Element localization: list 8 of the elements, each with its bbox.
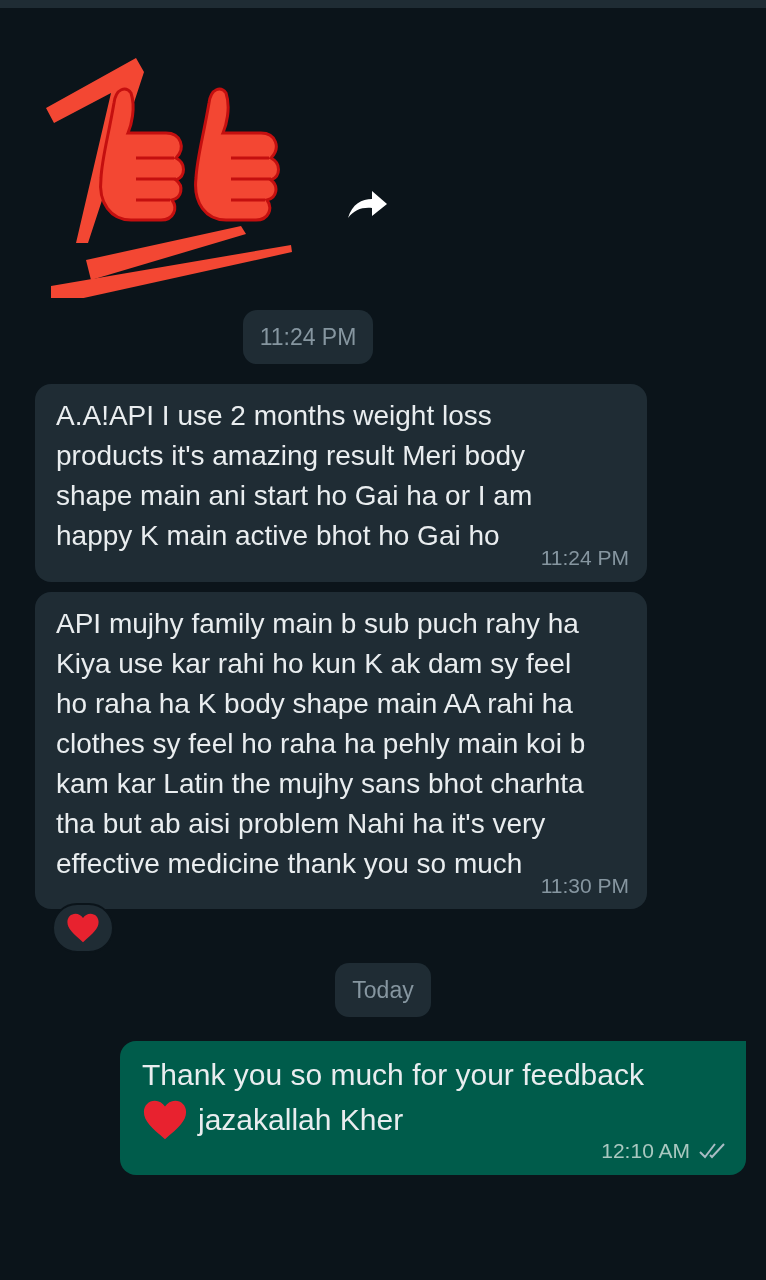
message-time: 11:24 PM [540, 545, 629, 571]
message-text: Thank you so much for your feedback [142, 1057, 645, 1093]
message-text: jazakallah Kher [198, 1102, 404, 1138]
heart-icon [66, 911, 100, 945]
message-text: A.A!API I use 2 months weight loss products it's amazing result Meri body shape main ani start ho Gai ha or I am happy K main active bhot ho Gai ho [56, 399, 534, 553]
message-time: 12:10 AM [601, 1138, 690, 1164]
date-chip: 11:24 PM [242, 310, 374, 364]
date-chip: Today [335, 963, 431, 1017]
